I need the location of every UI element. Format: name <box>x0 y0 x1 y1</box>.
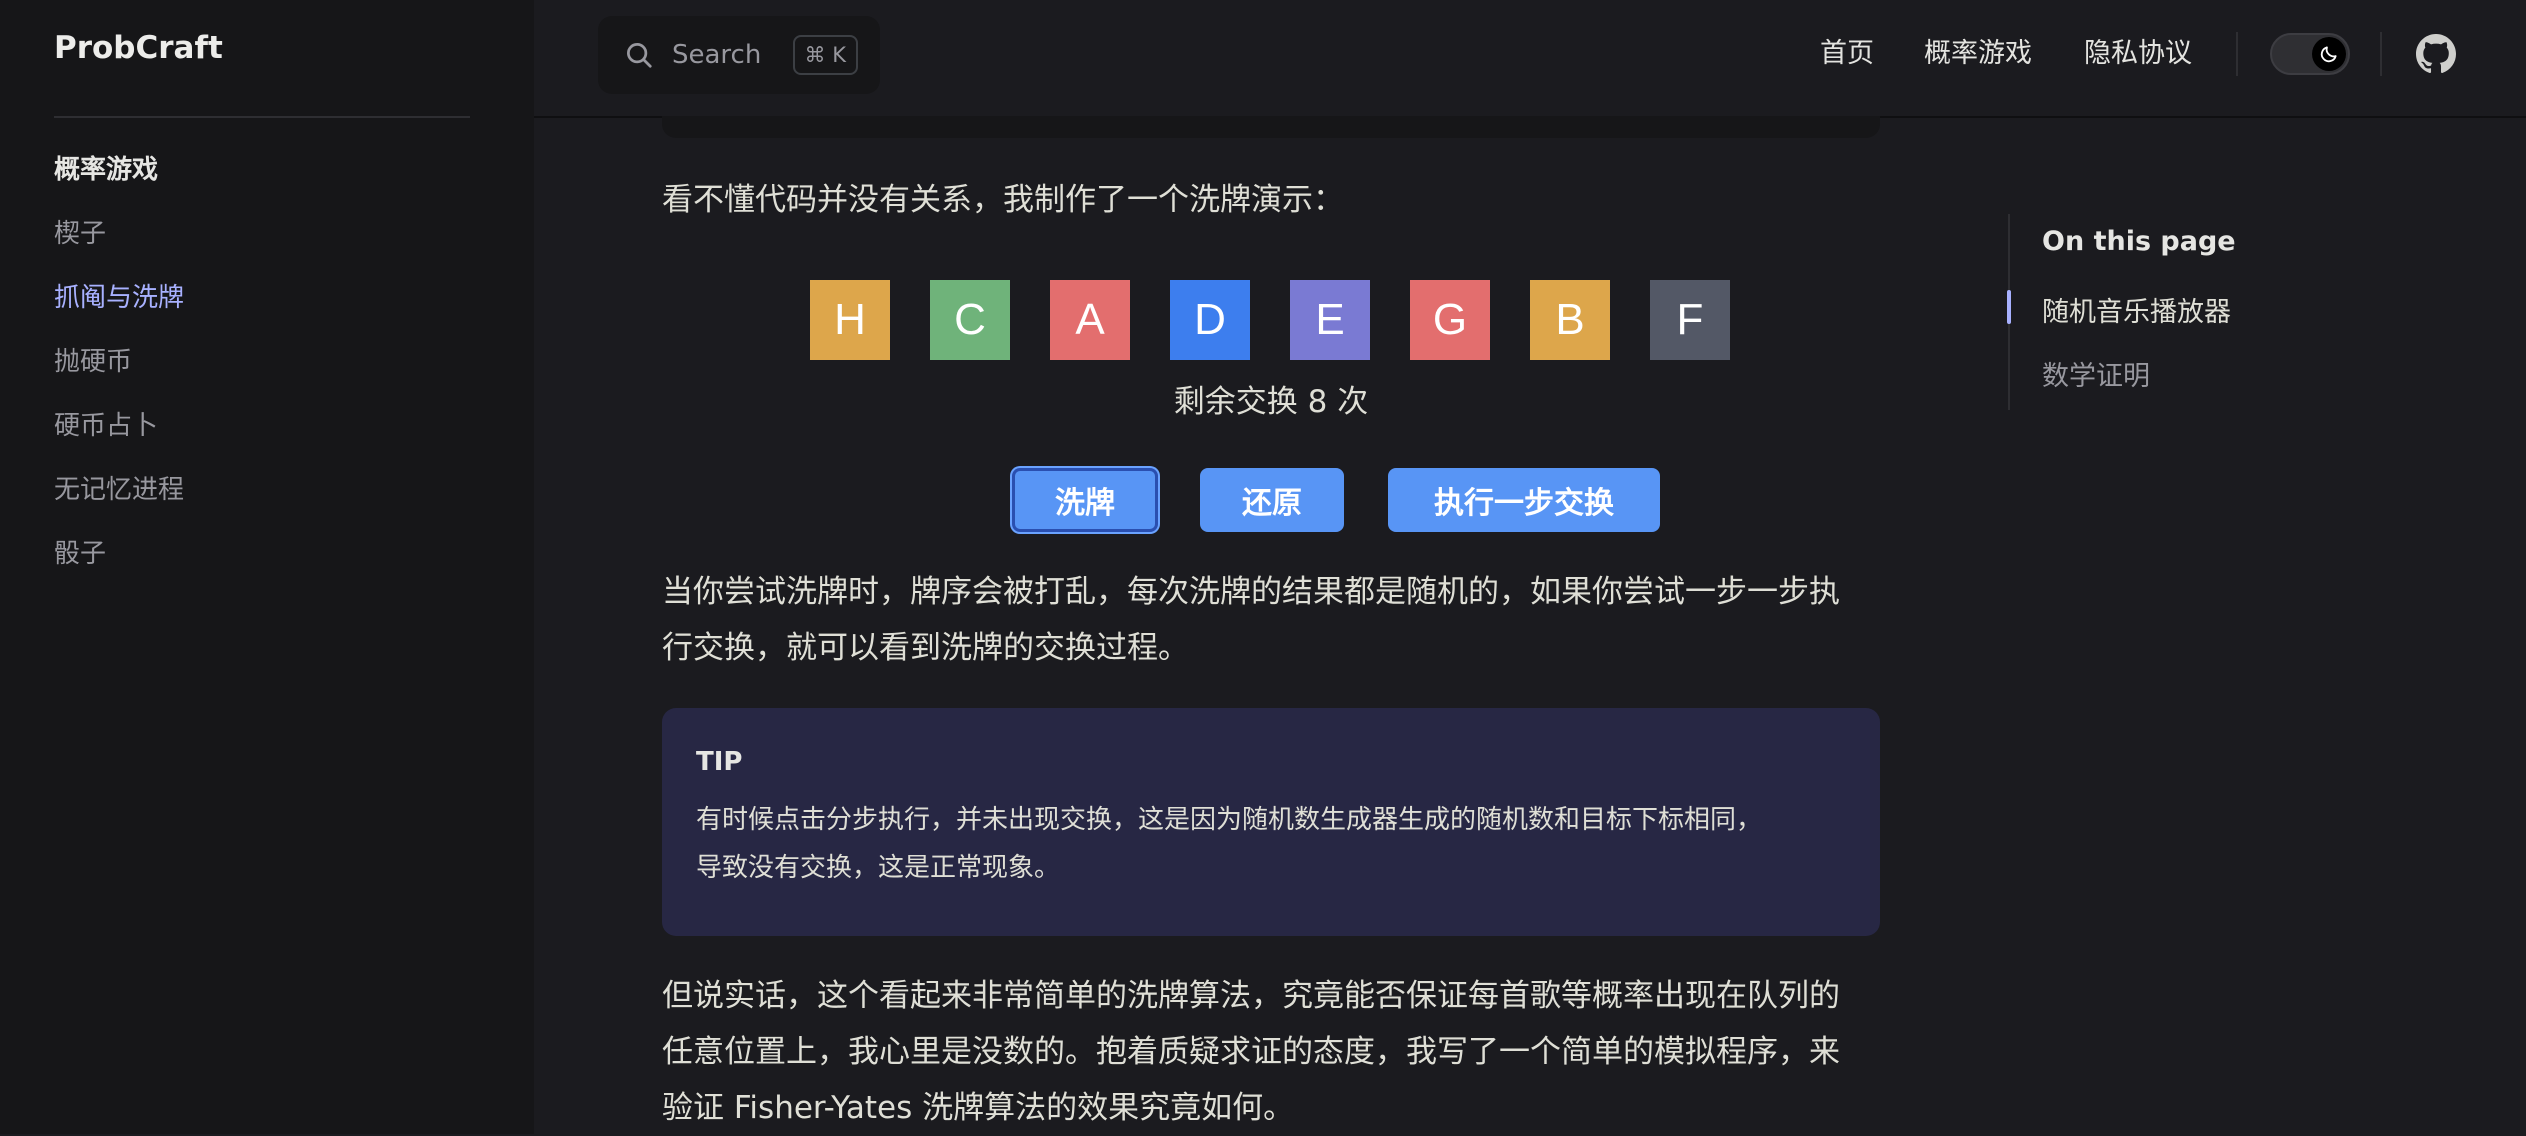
tip-line: 导致没有交换，这是正常现象。 <box>696 853 1061 883</box>
nav-link-privacy-policy[interactable]: 隐私协议 <box>2084 30 2192 78</box>
tip-text: 有时候点击分步执行，并未出现交换，这是因为随机数生成器生成的随机数和目标下标相同… <box>696 796 1846 892</box>
github-icon[interactable] <box>2416 34 2456 74</box>
nav-link-home[interactable]: 首页 <box>1820 30 1874 78</box>
sidebar-nav: 概率游戏 楔子 抓阄与洗牌 抛硬币 硬币占卜 无记忆进程 骰子 <box>54 148 494 596</box>
nav-link-probability-games[interactable]: 概率游戏 <box>1924 30 2032 78</box>
code-block-tail <box>662 116 1880 138</box>
toggle-knob <box>2312 37 2346 71</box>
nav-divider-2 <box>2380 32 2382 76</box>
search-shortcut-badge: ⌘ K <box>792 35 858 75</box>
tip-title: TIP <box>696 747 743 777</box>
sidebar-group-title: 概率游戏 <box>54 155 159 185</box>
shuffle-card: C <box>930 280 1010 360</box>
sidebar: ProbCraft 概率游戏 楔子 抓阄与洗牌 抛硬币 硬币占卜 无记忆进程 骰… <box>0 0 534 1134</box>
shuffle-card: G <box>1410 280 1490 360</box>
outline-title: On this page <box>2042 226 2236 257</box>
verification-line: 任意位置上，我心里是没数的。抱着质疑求证的态度，我写了一个简单的模拟程序，来 <box>662 1034 1840 1070</box>
description-line: 行交换，就可以看到洗牌的交换过程。 <box>662 630 1189 666</box>
top-navbar: Search ⌘ K 首页 概率游戏 隐私协议 <box>534 0 2526 118</box>
intro-paragraph: 看不懂代码并没有关系，我制作了一个洗牌演示： <box>662 182 1344 218</box>
shuffle-card: F <box>1650 280 1730 360</box>
theme-toggle-switch[interactable] <box>2270 33 2350 75</box>
brand-logo[interactable]: ProbCraft <box>54 30 223 66</box>
nav-divider <box>2236 32 2238 76</box>
page-outline: On this page 随机音乐播放器 数学证明 <box>2007 214 2308 410</box>
shuffle-card: H <box>810 280 890 360</box>
verification-line: 验证 Fisher-Yates 洗牌算法的效果究竟如何。 <box>662 1090 1295 1126</box>
verification-line: 但说实话，这个看起来非常简单的洗牌算法，究竟能否保证每首歌等概率出现在队列的 <box>662 978 1840 1014</box>
shuffle-card-row: H C A D E G B F <box>810 280 1730 360</box>
outline-active-marker <box>2007 290 2011 324</box>
step-swap-button[interactable]: 执行一步交换 <box>1388 468 1660 532</box>
outline-item-math-proof[interactable]: 数学证明 <box>2042 354 2150 393</box>
restore-button[interactable]: 还原 <box>1200 468 1344 532</box>
sidebar-divider <box>54 116 470 118</box>
remaining-swaps-counter: 剩余交换 8 次 <box>1173 384 1369 420</box>
shuffle-button[interactable]: 洗牌 <box>1012 468 1158 532</box>
shuffle-card: D <box>1170 280 1250 360</box>
sidebar-item-draw-and-shuffle[interactable]: 抓阄与洗牌 <box>54 276 494 320</box>
sidebar-item-coin-flip[interactable]: 抛硬币 <box>54 340 494 384</box>
search-icon <box>627 43 652 68</box>
description-line: 当你尝试洗牌时，牌序会被打乱，每次洗牌的结果都是随机的，如果你尝试一步一步执 <box>662 574 1840 610</box>
search-button[interactable]: Search ⌘ K <box>598 16 880 94</box>
tip-callout: TIP 有时候点击分步执行，并未出现交换，这是因为随机数生成器生成的随机数和目标… <box>662 708 1880 936</box>
sidebar-item-memoryless-process[interactable]: 无记忆进程 <box>54 468 494 512</box>
shuffle-card: E <box>1290 280 1370 360</box>
shuffle-card: B <box>1530 280 1610 360</box>
sidebar-item-dice[interactable]: 骰子 <box>54 532 494 576</box>
shuffle-card: A <box>1050 280 1130 360</box>
sidebar-item-coin-divination[interactable]: 硬币占卜 <box>54 404 494 448</box>
outline-item-random-music-player[interactable]: 随机音乐播放器 <box>2042 290 2231 329</box>
search-label: Search <box>672 40 762 70</box>
tip-line: 有时候点击分步执行，并未出现交换，这是因为随机数生成器生成的随机数和目标下标相同… <box>696 805 1763 835</box>
moon-icon <box>2320 46 2337 63</box>
verification-paragraph: 但说实话，这个看起来非常简单的洗牌算法，究竟能否保证每首歌等概率出现在队列的 任… <box>662 968 1880 1136</box>
description-paragraph: 当你尝试洗牌时，牌序会被打乱，每次洗牌的结果都是随机的，如果你尝试一步一步执 行… <box>662 564 1880 676</box>
sidebar-item-prologue[interactable]: 楔子 <box>54 212 494 256</box>
